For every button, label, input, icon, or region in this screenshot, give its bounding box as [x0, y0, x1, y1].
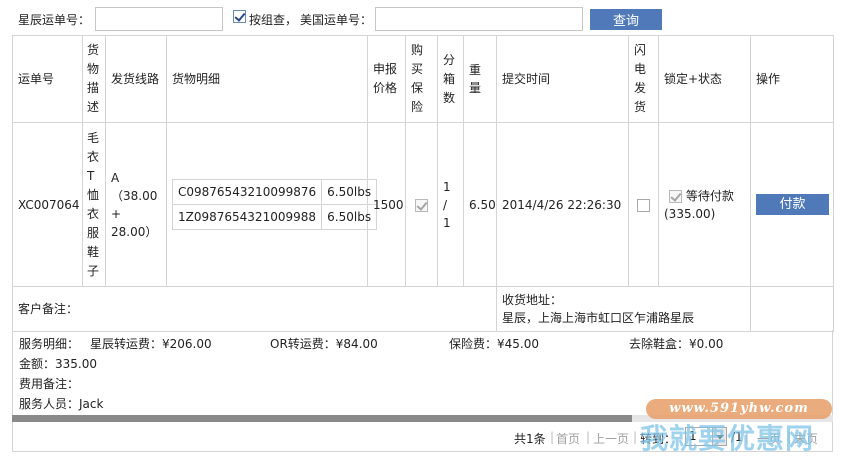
- box-count: 1 / 1: [437, 122, 464, 287]
- action-cell: 付款: [750, 122, 834, 287]
- lock-checkbox: [669, 189, 682, 203]
- flash-checkbox[interactable]: [637, 198, 650, 212]
- pay-button[interactable]: 付款: [756, 194, 829, 215]
- status-text: 等待付款: [685, 188, 734, 203]
- goods-item: 1Z0987654321009988 6.50lbs: [171, 204, 378, 230]
- table-row: XC007064 毛衣T恤衣服鞋子 A（38.00 + 28.00） C0987…: [12, 122, 834, 287]
- col-weight: 重量: [463, 35, 497, 123]
- star-waybill-input[interactable]: [95, 7, 223, 31]
- col-desc: 货物描述: [82, 35, 106, 123]
- goods-item-code: C09876543210099876: [171, 179, 323, 205]
- group-search-checkbox[interactable]: [233, 10, 246, 23]
- pager-prev[interactable]: 上一页: [593, 430, 629, 447]
- col-action: 操作: [750, 35, 834, 123]
- search-bar: 星辰运单号： 按组查， 美国运单号： 查询: [0, 0, 847, 36]
- total-amount: 金额：335.00: [19, 357, 97, 371]
- flash-cell: [628, 122, 659, 287]
- weight-value: 6.50: [463, 122, 497, 287]
- insurance-fee: 保险费：¥45.00: [449, 337, 539, 351]
- col-detail: 货物明细: [166, 35, 368, 123]
- goods-description: 毛衣T恤衣服鞋子: [82, 122, 106, 287]
- col-submit-time: 提交时间: [496, 35, 629, 123]
- fee-note: 费用备注：: [19, 377, 80, 391]
- watermark-text: 我就要优惠网: [640, 422, 815, 455]
- customer-note: 客户备注：: [12, 286, 497, 332]
- search-button[interactable]: 查询: [590, 9, 662, 30]
- watermark-url: www.591yhw.com: [646, 399, 832, 419]
- goods-item-code: 1Z0987654321009988: [171, 204, 323, 230]
- goods-detail: C09876543210099876 6.50lbs 1Z09876543210…: [166, 122, 378, 287]
- col-waybill: 运单号: [12, 35, 83, 123]
- insurance-cell: [405, 122, 438, 287]
- goods-item: C09876543210099876 6.50lbs: [171, 179, 378, 205]
- declared-price: 1500: [367, 122, 406, 287]
- star-fee: 星辰转运费：¥206.00: [90, 337, 212, 351]
- or-fee: OR转运费：¥84.00: [270, 337, 378, 351]
- col-route: 发货线路: [105, 35, 167, 123]
- pager-total: 共1条: [514, 432, 546, 446]
- goods-detail-table: C09876543210099876 6.50lbs 1Z09876543210…: [171, 179, 378, 230]
- pager-first[interactable]: 首页: [556, 430, 580, 447]
- us-waybill-input[interactable]: [375, 7, 583, 31]
- status-amount: (335.00): [664, 206, 716, 221]
- star-waybill-label: 星辰运单号：: [18, 13, 91, 27]
- submit-time: 2014/4/26 22:26:30: [496, 122, 629, 287]
- insurance-checkbox: [415, 198, 428, 212]
- staff: 服务人员：Jack: [19, 397, 104, 411]
- waybill-table: 运单号 货物描述 发货线路 货物明细 申报价格 购买保险 分箱数 重量 提交时间…: [12, 35, 834, 332]
- waybill-number: XC007064: [12, 122, 83, 287]
- notes-row: 客户备注： 收货地址： 星辰，上海上海市虹口区乍浦路星辰: [12, 286, 834, 332]
- service-detail-label: 服务明细：: [19, 337, 80, 351]
- col-flash: 闪电发货: [628, 35, 659, 123]
- us-waybill-label: 美国运单号：: [300, 13, 373, 27]
- col-lock-status: 锁定+状态: [658, 35, 751, 123]
- scrollbar-thumb[interactable]: [12, 415, 632, 422]
- col-declared: 申报价格: [367, 35, 406, 123]
- lock-status: 等待付款 (335.00): [658, 122, 751, 287]
- goods-item-weight: 6.50lbs: [321, 179, 378, 205]
- table-header-row: 运单号 货物描述 发货线路 货物明细 申报价格 购买保险 分箱数 重量 提交时间…: [12, 35, 834, 123]
- col-insure: 购买保险: [405, 35, 438, 123]
- shoebox-fee: 去除鞋盒：¥0.00: [629, 337, 724, 351]
- delivery-address: 收货地址： 星辰，上海上海市虹口区乍浦路星辰: [496, 286, 751, 332]
- group-search-label: 按组查，: [249, 13, 298, 27]
- route: A（38.00 + 28.00）: [105, 122, 167, 287]
- goods-item-weight: 6.50lbs: [321, 204, 378, 230]
- notes-empty: [750, 286, 834, 332]
- col-boxes: 分箱数: [437, 35, 464, 123]
